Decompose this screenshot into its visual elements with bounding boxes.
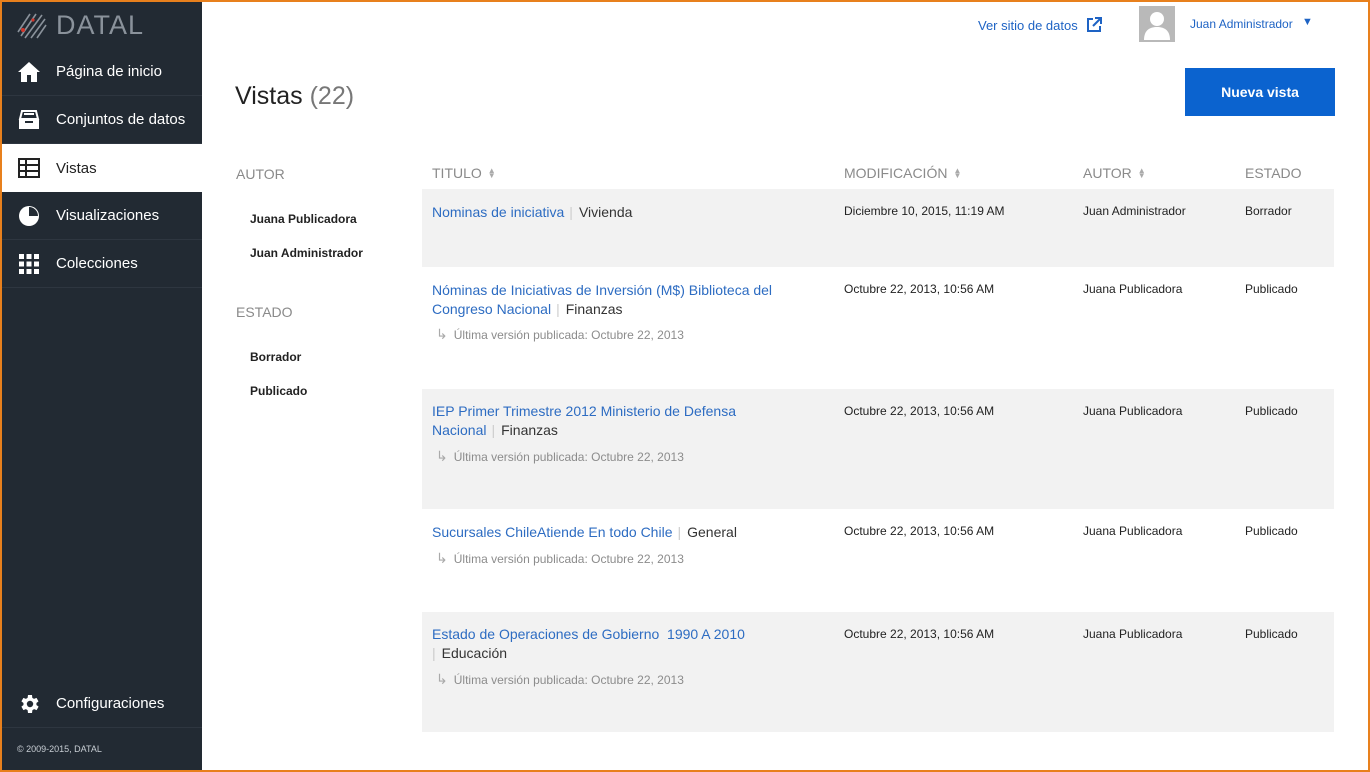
last-published-version: ↳ Última versión publicada: Octubre 22, … [432,326,684,342]
state-cell: Publicado [1245,282,1298,296]
view-data-site-link[interactable]: Ver sitio de datos [978,17,1102,33]
subdirectory-arrow-icon: ↳ [436,326,448,342]
column-header-label: AUTOR [1083,165,1132,181]
avatar[interactable] [1139,6,1175,42]
column-header-label: MODIFICACIÓN [844,165,948,181]
settings-label: Configuraciones [56,695,165,712]
state-filter-heading: ESTADO [236,304,293,320]
sort-icon: ▲ ▼ [487,166,496,180]
copyright: © 2009-2015, DATAL [17,744,102,754]
modified-date: Octubre 22, 2013, 10:56 AM [844,627,995,641]
column-header-title[interactable]: TITULO ▲ ▼ [432,165,496,181]
table-row[interactable]: Sucursales ChileAtiende En todo Chile | Ge… [422,509,1334,612]
author-cell: Juan Administrador [1083,204,1186,218]
view-category: General [687,524,737,540]
view-title-link[interactable]: Sucursales ChileAtiende En todo Chile [432,524,672,540]
modified-date: Octubre 22, 2013, 10:56 AM [844,404,995,418]
user-menu-name[interactable]: Juan Administrador [1190,17,1293,31]
sidebar-item-home[interactable]: Página de inicio [2,48,202,96]
column-header-label: ESTADO [1245,165,1302,181]
filter-state-draft[interactable]: Borrador [250,350,301,364]
subdirectory-arrow-icon: ↳ [436,550,448,566]
modified-date: Octubre 22, 2013, 10:56 AM [844,282,995,296]
modified-date: Diciembre 10, 2015, 11:19 AM [844,204,1005,218]
subdirectory-arrow-icon: ↳ [436,671,448,687]
filter-state-published[interactable]: Publicado [250,384,307,398]
version-text: Última versión publicada: Octubre 22, 20… [453,328,684,342]
version-text: Última versión publicada: Octubre 22, 20… [453,673,684,687]
column-header-modified[interactable]: MODIFICACIÓN ▲ ▼ [844,165,961,181]
sort-icon: ▲ ▼ [953,166,962,180]
column-header-state: ESTADO [1245,165,1302,181]
last-published-version: ↳ Última versión publicada: Octubre 22, … [432,671,684,687]
author-cell: Juana Publicadora [1083,282,1183,296]
views-count: (22) [309,82,355,110]
column-header-author[interactable]: AUTOR ▲ ▼ [1083,165,1146,181]
sidebar-item-label: Colecciones [56,255,138,272]
pie-chart-icon [17,204,41,228]
table-row[interactable]: Nóminas de Iniciativas de Inversión (M$)… [422,267,1334,389]
filter-author-juana[interactable]: Juana Publicadora [250,212,357,226]
home-icon [17,60,41,84]
version-text: Última versión publicada: Octubre 22, 20… [453,552,684,566]
logo-text: DATAL [56,9,145,40]
state-cell: Borrador [1245,204,1292,218]
new-view-button[interactable]: Nueva vista [1185,68,1335,116]
view-category: Finanzas [565,301,623,317]
gear-icon [17,692,41,716]
state-cell: Publicado [1245,524,1298,538]
author-filter-heading: AUTOR [236,166,285,182]
filter-author-juan[interactable]: Juan Administrador [250,246,363,260]
sidebar-item-collections[interactable]: Colecciones [2,240,202,288]
view-title-link[interactable]: IEP Primer Trimestre 2012 Ministerio de … [432,403,736,438]
page-title: Vistas (22) [235,82,354,111]
state-cell: Publicado [1245,404,1298,418]
view-title-link[interactable]: Estado de Operaciones de Gobierno 1990 A… [432,626,745,642]
sidebar-item-label: Visualizaciones [56,207,160,224]
sidebar: DATAL Página de inicio Conjuntos de dato… [2,2,202,770]
modified-date: Octubre 22, 2013, 10:56 AM [844,524,995,538]
last-published-version: ↳ Última versión publicada: Octubre 22, … [432,448,684,464]
table-row[interactable]: Nominas de iniciativa | Vivienda Diciembre… [422,189,1334,267]
sidebar-item-label: Vistas [56,159,97,177]
sort-icon: ▲ ▼ [1137,166,1146,180]
view-category: Vivienda [578,204,633,220]
sidebar-item-label: Página de inicio [56,63,162,80]
table-icon [17,156,41,180]
datal-logo-icon [17,13,47,39]
table-row[interactable]: IEP Primer Trimestre 2012 Ministerio de … [422,389,1334,509]
page-title-text: Vistas [235,82,303,110]
sidebar-item-views[interactable]: Vistas [2,144,202,192]
user-icon [1144,12,1170,40]
sidebar-item-label: Conjuntos de datos [56,111,186,128]
sidebar-item-datasets[interactable]: Conjuntos de datos [2,96,202,144]
grid-icon [17,252,41,276]
author-cell: Juana Publicadora [1083,404,1183,418]
sidebar-item-settings[interactable]: Configuraciones [2,680,202,728]
view-title-link[interactable]: Nominas de iniciativa [432,204,564,220]
datasets-icon [17,108,41,132]
view-category: Educación [441,645,508,661]
logo[interactable]: DATAL [2,2,202,48]
version-text: Última versión publicada: Octubre 22, 20… [453,450,684,464]
table-row[interactable]: Estado de Operaciones de Gobierno 1990 A… [422,612,1334,732]
chevron-down-icon[interactable]: ▼ [1302,16,1313,28]
view-data-site-label: Ver sitio de datos [978,17,1078,33]
subdirectory-arrow-icon: ↳ [436,448,448,464]
view-category: Finanzas [501,422,558,438]
state-cell: Publicado [1245,627,1298,641]
column-header-label: TITULO [432,165,482,181]
author-cell: Juana Publicadora [1083,524,1183,538]
last-published-version: ↳ Última versión publicada: Octubre 22, … [432,550,684,566]
external-link-icon [1086,17,1102,32]
author-cell: Juana Publicadora [1083,627,1183,641]
sidebar-item-visualizations[interactable]: Visualizaciones [2,192,202,240]
